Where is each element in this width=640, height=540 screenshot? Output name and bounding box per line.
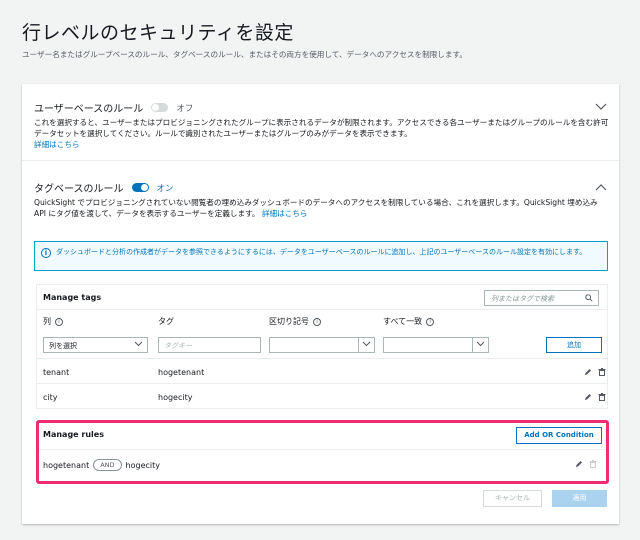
table-row: city hogecity <box>37 383 607 410</box>
chevron-down-icon <box>362 341 371 347</box>
tag-rules-toggle-label: オン <box>156 183 174 194</box>
cancel-button[interactable]: キャンセル <box>483 490 542 507</box>
manage-tags-panel: Manage tags 列またはタグで検索 列 i タグ 区切り記号 i すべて… <box>36 284 608 409</box>
edit-icon[interactable] <box>584 368 592 376</box>
info-icon[interactable]: i <box>426 317 435 326</box>
highlight-annotation <box>36 420 609 484</box>
user-rules-learn-more-link[interactable]: 詳細はこちら <box>34 140 80 149</box>
tag-rules-toggle[interactable] <box>131 183 149 192</box>
col-header-tag: タグ <box>158 317 174 326</box>
user-rules-toggle-label: オフ <box>176 103 194 114</box>
user-rules-toggle[interactable] <box>151 103 169 112</box>
table-row: tenant hogetenant <box>37 358 607 385</box>
col-header-match-all: すべて一致 i <box>383 316 435 327</box>
user-rules-description: これを選択すると、ユーザーまたはプロビジョニングされたグループに表示されるデータ… <box>34 118 609 149</box>
apply-button[interactable]: 適用 <box>552 490 607 507</box>
user-rules-header: ユーザーベースのルール オフ <box>34 100 193 115</box>
tag-rules-header: タグベースのルール オン <box>34 180 174 195</box>
search-icon <box>585 294 593 302</box>
delimiter-select[interactable] <box>269 337 375 353</box>
info-alert: i ダッシュボードと分析の作成者がデータを参照できるようにするには、データをユー… <box>34 241 608 271</box>
col-header-delimiter: 区切り記号 i <box>269 316 321 327</box>
page-subtitle: ユーザー名またはグループベースのルール、タグベースのルール、またはその両方を使用… <box>22 50 467 59</box>
info-icon[interactable]: i <box>313 317 321 326</box>
chevron-up-icon[interactable] <box>595 183 607 191</box>
column-select[interactable]: 列を選択 <box>43 337 148 353</box>
manage-tags-header: Manage tags 列またはタグで検索 <box>37 285 607 310</box>
match-all-select[interactable] <box>383 337 489 353</box>
chevron-down-icon <box>134 341 143 347</box>
tag-rules-learn-more-link[interactable]: 詳細はこちら <box>262 209 308 218</box>
info-icon: i <box>41 248 51 258</box>
tag-search-input[interactable]: 列またはタグで検索 <box>484 290 599 306</box>
chevron-down-icon[interactable] <box>595 103 607 111</box>
page-title: 行レベルのセキュリティを設定 <box>22 22 294 44</box>
user-rules-section: ユーザーベースのルール オフ これを選択すると、ユーザーまたはプロビジョニングさ… <box>22 84 619 161</box>
add-tag-button[interactable]: 追加 <box>546 337 602 353</box>
delete-icon[interactable] <box>598 393 606 401</box>
tag-rules-title: タグベースのルール <box>34 184 124 195</box>
delete-icon[interactable] <box>598 368 606 376</box>
user-rules-title: ユーザーベースのルール <box>34 104 144 115</box>
col-header-column: 列 i <box>43 316 63 327</box>
info-icon[interactable]: i <box>55 317 63 326</box>
info-text: ダッシュボードと分析の作成者がデータを参照できるようにするには、データをユーザー… <box>56 248 587 256</box>
tag-key-input[interactable]: タグキー <box>158 337 261 353</box>
edit-icon[interactable] <box>584 393 592 401</box>
chevron-down-icon <box>476 341 485 347</box>
tag-rules-description: QuickSight でプロビジョニングされていない閲覧者の埋め込みダッシュボー… <box>34 198 598 218</box>
manage-tags-title: Manage tags <box>43 293 102 302</box>
